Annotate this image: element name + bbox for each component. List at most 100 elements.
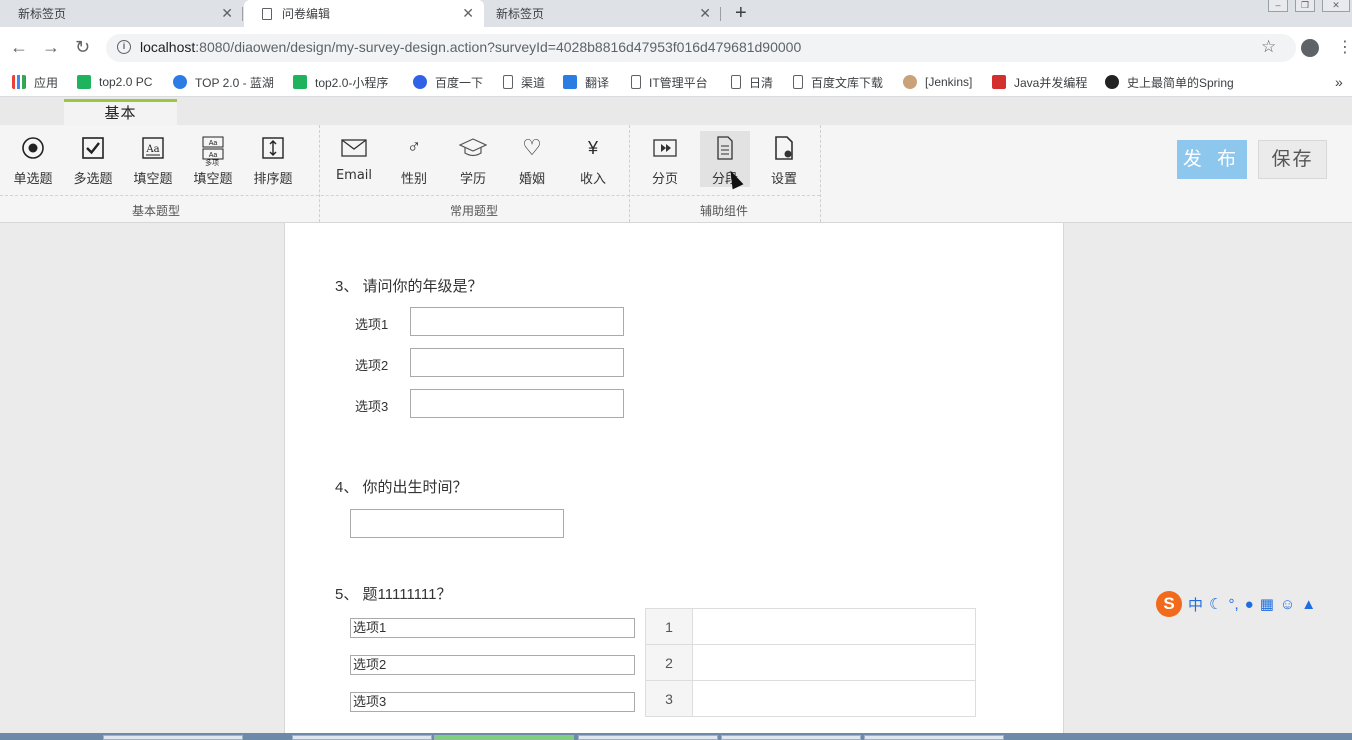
taskbar-item[interactable] — [864, 735, 1004, 740]
rank-number: 1 — [645, 608, 693, 645]
group-divider — [0, 195, 820, 196]
taskbar-item[interactable] — [292, 735, 432, 740]
site-info-icon[interactable]: i — [117, 40, 131, 54]
ime-mode[interactable]: 中 — [1188, 594, 1203, 615]
jenkins-icon — [903, 75, 917, 89]
window-close-icon[interactable]: ✕ — [1322, 0, 1350, 12]
skin-icon[interactable]: ▲ — [1301, 596, 1316, 613]
question-3-title[interactable]: 3、 请问你的年级是？ — [335, 275, 483, 296]
bookmark-apps[interactable]: 应用 — [12, 73, 58, 91]
button-label: 填空题 — [133, 172, 173, 187]
profile-avatar-icon[interactable] — [1301, 39, 1319, 57]
group-label-common: 常用题型 — [450, 204, 499, 218]
menu-kebab-icon[interactable]: ⋮ — [1337, 37, 1352, 57]
page-break-button[interactable]: 分页 — [640, 133, 690, 189]
option-input[interactable] — [410, 348, 624, 377]
multi-fill-question-button[interactable]: Aa Aa 多项 填空题 — [188, 133, 238, 189]
browser-tab-3[interactable]: 新标签页 ✕ — [478, 0, 721, 27]
sort-question-button[interactable]: 排序题 — [248, 133, 298, 189]
svg-text:Aa: Aa — [209, 140, 218, 147]
bookmark-item[interactable]: IT管理平台 — [631, 73, 708, 91]
bookmark-item[interactable]: 日清 — [731, 73, 773, 91]
bookmark-item[interactable]: [Jenkins] — [903, 73, 972, 91]
moon-icon[interactable]: ☾ — [1209, 595, 1222, 613]
tab-basic[interactable]: 基本 — [64, 99, 177, 126]
bookmark-star-icon[interactable]: ☆ — [1261, 37, 1276, 57]
restore-icon[interactable]: ❐ — [1295, 0, 1315, 12]
rank-slot[interactable] — [692, 608, 976, 645]
rank-option[interactable]: 选项3 — [350, 692, 635, 712]
option-label: 选项1 — [355, 317, 389, 332]
option-input[interactable] — [410, 307, 624, 336]
close-icon[interactable]: ✕ — [221, 5, 233, 22]
minimize-icon[interactable]: – — [1268, 0, 1288, 12]
new-tab-icon[interactable]: + — [735, 2, 747, 25]
bookmark-item[interactable]: 百度文库下载 — [793, 73, 883, 91]
bookmark-item[interactable]: 史上最简单的Spring — [1105, 73, 1234, 91]
keyboard-icon[interactable]: ▦ — [1260, 595, 1274, 613]
reload-icon[interactable]: ↻ — [75, 37, 90, 58]
bookmark-label: top2.0-小程序 — [315, 75, 389, 90]
radio-question-button[interactable]: 单选题 — [8, 133, 58, 189]
browser-tab-2[interactable]: 问卷编辑 ✕ — [244, 0, 484, 27]
group-label-aux: 辅助组件 — [700, 204, 749, 218]
rank-slot[interactable] — [692, 644, 976, 681]
url-text[interactable]: localhost:8080/diaowen/design/my-survey-… — [140, 39, 801, 55]
button-label: Email — [335, 168, 373, 183]
option-input[interactable] — [410, 389, 624, 418]
tab-title: 问卷编辑 — [282, 7, 331, 21]
question-5-title[interactable]: 5、 题11111111？ — [335, 583, 451, 604]
taskbar-item[interactable] — [721, 735, 861, 740]
close-icon[interactable]: ✕ — [699, 5, 711, 22]
close-icon[interactable]: ✕ — [462, 5, 474, 22]
settings-button[interactable]: 设置 — [759, 133, 809, 189]
graduation-cap-icon — [448, 133, 498, 163]
apps-grid-icon — [12, 75, 26, 89]
ime-toolbar[interactable]: S 中 ☾ °, ● ▦ ☺ ▲ — [1156, 590, 1352, 618]
option-label: 选项3 — [355, 399, 389, 414]
forward-icon[interactable]: → — [42, 37, 60, 58]
bookmark-item[interactable]: top2.0 PC — [77, 73, 152, 91]
back-icon[interactable]: ← — [10, 37, 28, 58]
income-question-button[interactable]: ¥ 收入 — [568, 133, 618, 189]
bookmark-item[interactable]: 翻译 — [563, 73, 609, 91]
taskbar-item[interactable] — [103, 735, 243, 740]
email-question-button[interactable]: Email — [329, 133, 379, 189]
group-separator — [319, 125, 320, 222]
settings-doc-icon — [759, 133, 809, 163]
bookmark-label: 百度一下 — [435, 75, 484, 90]
bookmark-item[interactable]: Java并发编程 — [992, 73, 1087, 91]
browser-tab-1[interactable]: 新标签页 ✕ — [0, 0, 243, 27]
bookmark-item[interactable]: 百度一下 — [413, 73, 483, 91]
gender-icon: ♂ — [406, 137, 422, 158]
bookmark-item[interactable]: top2.0-小程序 — [293, 73, 388, 91]
bookmark-label: top2.0 PC — [99, 75, 153, 89]
user-icon[interactable]: ☺ — [1280, 596, 1295, 613]
rank-option[interactable]: 选项1 — [350, 618, 635, 638]
rank-slot[interactable] — [692, 680, 976, 717]
taskbar-item[interactable] — [434, 735, 574, 740]
fill-blank-question-button[interactable]: Aa 填空题 — [128, 133, 178, 189]
play-icon — [77, 75, 91, 89]
marriage-question-button[interactable]: ♡ 婚姻 — [507, 133, 557, 189]
checkbox-question-button[interactable]: 多选题 — [68, 133, 118, 189]
publish-button[interactable]: 发 布 — [1177, 140, 1247, 179]
taskbar-item[interactable] — [578, 735, 718, 740]
question-4-title[interactable]: 4、 你的出生时间？ — [335, 476, 468, 497]
microphone-icon[interactable]: ● — [1245, 596, 1254, 613]
rank-option[interactable]: 选项2 — [350, 655, 635, 675]
section-button[interactable]: 分段 — [700, 131, 750, 187]
education-question-button[interactable]: 学历 — [448, 133, 498, 189]
document-icon — [631, 75, 641, 89]
svg-text:Aa: Aa — [145, 144, 159, 155]
url-path: :8080/diaowen/design/my-survey-design.ac… — [195, 39, 802, 55]
punctuation-icon[interactable]: °, — [1228, 596, 1238, 613]
bookmark-item[interactable]: 渠道 — [503, 73, 545, 91]
birthdate-input[interactable] — [350, 509, 564, 538]
yen-icon: ¥ — [587, 137, 598, 158]
gender-question-button[interactable]: ♂ 性别 — [389, 133, 439, 189]
save-button[interactable]: 保存 — [1258, 140, 1327, 179]
bookmark-item[interactable]: TOP 2.0 - 蓝湖 — [173, 73, 274, 91]
more-bookmarks-icon[interactable]: » — [1335, 73, 1343, 91]
sort-icon — [248, 133, 298, 163]
